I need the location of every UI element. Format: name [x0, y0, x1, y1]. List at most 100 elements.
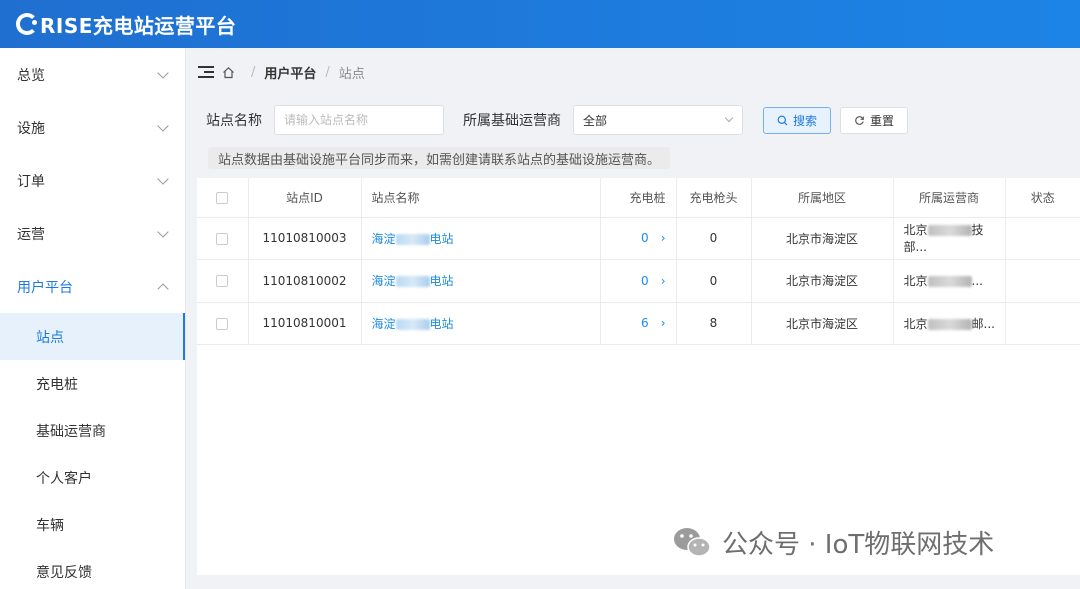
chevron-right-icon: ›	[660, 316, 666, 331]
chevron-right-icon: ›	[660, 273, 666, 288]
logo-mark-icon	[16, 13, 38, 35]
sidebar-group-facilities[interactable]: 设施	[0, 101, 185, 154]
sidebar-item-label: 站点	[36, 329, 64, 346]
sidebar-group-label: 总览	[17, 67, 45, 84]
station-name-link[interactable]: 海淀 电站	[361, 217, 601, 260]
search-button-label: 搜索	[793, 113, 818, 128]
breadcrumb-separator: /	[325, 64, 330, 80]
app-logo[interactable]: RISE充电站运营平台	[16, 10, 236, 39]
sidebar-item-charging-piles[interactable]: 充电桩	[0, 360, 185, 407]
search-button[interactable]: 搜索	[763, 106, 832, 134]
sidebar-item-label: 充电桩	[36, 376, 78, 393]
station-name-suffix: 电站	[429, 231, 454, 246]
info-notice: 站点数据由基础设施平台同步而来，如需创建请联系站点的基础设施运营商。	[208, 147, 671, 169]
table-row[interactable]: 11010810003 海淀 电站 0 › 0 北京市海淀区 北京 技部...	[197, 217, 1080, 260]
chevron-up-icon	[157, 282, 169, 295]
pile-count-link[interactable]: 0 ›	[600, 259, 677, 303]
redacted-text	[927, 318, 972, 330]
column-header-piles[interactable]: 充电桩	[600, 178, 677, 218]
station-id: 11010810001	[248, 302, 362, 345]
station-id: 11010810002	[248, 259, 362, 303]
sidebar-item-feedback[interactable]: 意见反馈	[0, 548, 185, 589]
redacted-text	[395, 318, 430, 330]
gun-count: 0	[676, 259, 752, 303]
sidebar-group-label: 设施	[17, 120, 45, 137]
station-name-link[interactable]: 海淀 电站	[361, 302, 601, 345]
column-header-id[interactable]: 站点ID	[248, 178, 362, 218]
breadcrumb-current: 站点	[338, 66, 365, 82]
station-name-prefix: 海淀	[371, 316, 396, 331]
redacted-text	[927, 225, 972, 237]
status	[1005, 217, 1080, 260]
chevron-down-icon	[157, 172, 169, 185]
chevron-down-icon	[724, 113, 734, 123]
breadcrumb-parent[interactable]: 用户平台	[264, 63, 316, 82]
chevron-down-icon	[157, 66, 169, 79]
column-header-status[interactable]: 状态	[1005, 178, 1080, 218]
refresh-icon	[854, 115, 865, 126]
row-checkbox[interactable]	[216, 275, 229, 288]
station-name-suffix: 电站	[429, 316, 454, 331]
pile-count: 6	[641, 316, 649, 331]
pile-count: 0	[641, 273, 649, 288]
sidebar-item-base-operators[interactable]: 基础运营商	[0, 407, 185, 454]
gun-count: 8	[676, 302, 752, 345]
top-bar: RISE充电站运营平台	[0, 0, 1080, 48]
reset-button-label: 重置	[870, 113, 895, 128]
chevron-right-icon: ›	[660, 231, 666, 246]
column-header-region[interactable]: 所属地区	[751, 178, 894, 218]
sidebar-item-personal-customers[interactable]: 个人客户	[0, 454, 185, 501]
table-header-row: 站点ID 站点名称 充电桩 充电枪头 所属地区 所属运营商 状态	[197, 178, 1080, 218]
home-icon[interactable]	[222, 66, 234, 79]
station-name-suffix: 电站	[429, 274, 454, 289]
select-all-cell	[197, 178, 249, 218]
redacted-text	[395, 233, 430, 245]
operator-name: 北京...	[893, 259, 1006, 303]
watermark-text: 公众号 · IoT物联网技术	[722, 530, 995, 560]
sidebar-item-vehicles[interactable]: 车辆	[0, 501, 185, 548]
status	[1005, 259, 1080, 303]
row-checkbox[interactable]	[216, 317, 229, 330]
operator-name: 北京 邮...	[893, 302, 1006, 345]
redacted-text	[927, 276, 972, 288]
sidebar: 总览 设施 订单 运营 用户平台 站点 充电桩 基础运营商 个人客户 车辆 意见…	[0, 48, 186, 589]
redacted-text	[395, 276, 430, 288]
operator-suffix: ...	[971, 274, 983, 289]
table-row[interactable]: 11010810001 海淀 电站 6 › 8 北京市海淀区 北京 邮...	[197, 302, 1080, 345]
reset-button[interactable]: 重置	[840, 106, 909, 134]
pile-count: 0	[641, 231, 649, 246]
chevron-down-icon	[157, 225, 169, 238]
main-content: / 用户平台 / 站点 站点名称 所属基础运营商 全部 搜索 重置 站点数据由基…	[186, 48, 1080, 589]
row-checkbox[interactable]	[216, 232, 229, 245]
sidebar-group-overview[interactable]: 总览	[0, 48, 185, 101]
filter-bar: 站点名称 所属基础运营商 全部 搜索 重置	[206, 105, 909, 135]
table-row[interactable]: 11010810002 海淀 电站 0 › 0 北京市海淀区 北京...	[197, 259, 1080, 303]
station-name-input[interactable]	[274, 105, 444, 135]
operator-prefix: 北京	[903, 223, 928, 238]
column-header-guns[interactable]: 充电枪头	[676, 178, 752, 218]
region: 北京市海淀区	[751, 259, 894, 303]
chevron-down-icon	[157, 119, 169, 132]
sidebar-group-label: 订单	[17, 173, 45, 190]
pile-count-link[interactable]: 0 ›	[600, 217, 677, 260]
station-name-link[interactable]: 海淀 电站	[361, 259, 601, 303]
column-header-name[interactable]: 站点名称	[361, 178, 601, 218]
pile-count-link[interactable]: 6 ›	[600, 302, 677, 345]
menu-fold-icon[interactable]	[198, 66, 214, 78]
wechat-icon	[672, 525, 712, 561]
operator-select[interactable]: 全部	[573, 105, 743, 135]
status	[1005, 302, 1080, 345]
search-icon	[777, 115, 788, 126]
sidebar-group-label: 用户平台	[17, 279, 73, 296]
sidebar-item-label: 个人客户	[36, 470, 92, 487]
station-name-label: 站点名称	[206, 113, 262, 129]
sidebar-group-operations[interactable]: 运营	[0, 207, 185, 260]
sidebar-group-label: 运营	[17, 226, 45, 243]
column-header-operator[interactable]: 所属运营商	[893, 178, 1006, 218]
sidebar-group-orders[interactable]: 订单	[0, 154, 185, 207]
select-all-checkbox[interactable]	[216, 191, 229, 204]
region: 北京市海淀区	[751, 217, 894, 260]
breadcrumb-separator: /	[251, 64, 256, 80]
sidebar-item-stations[interactable]: 站点	[0, 313, 185, 360]
sidebar-group-user-platform[interactable]: 用户平台	[0, 260, 185, 313]
